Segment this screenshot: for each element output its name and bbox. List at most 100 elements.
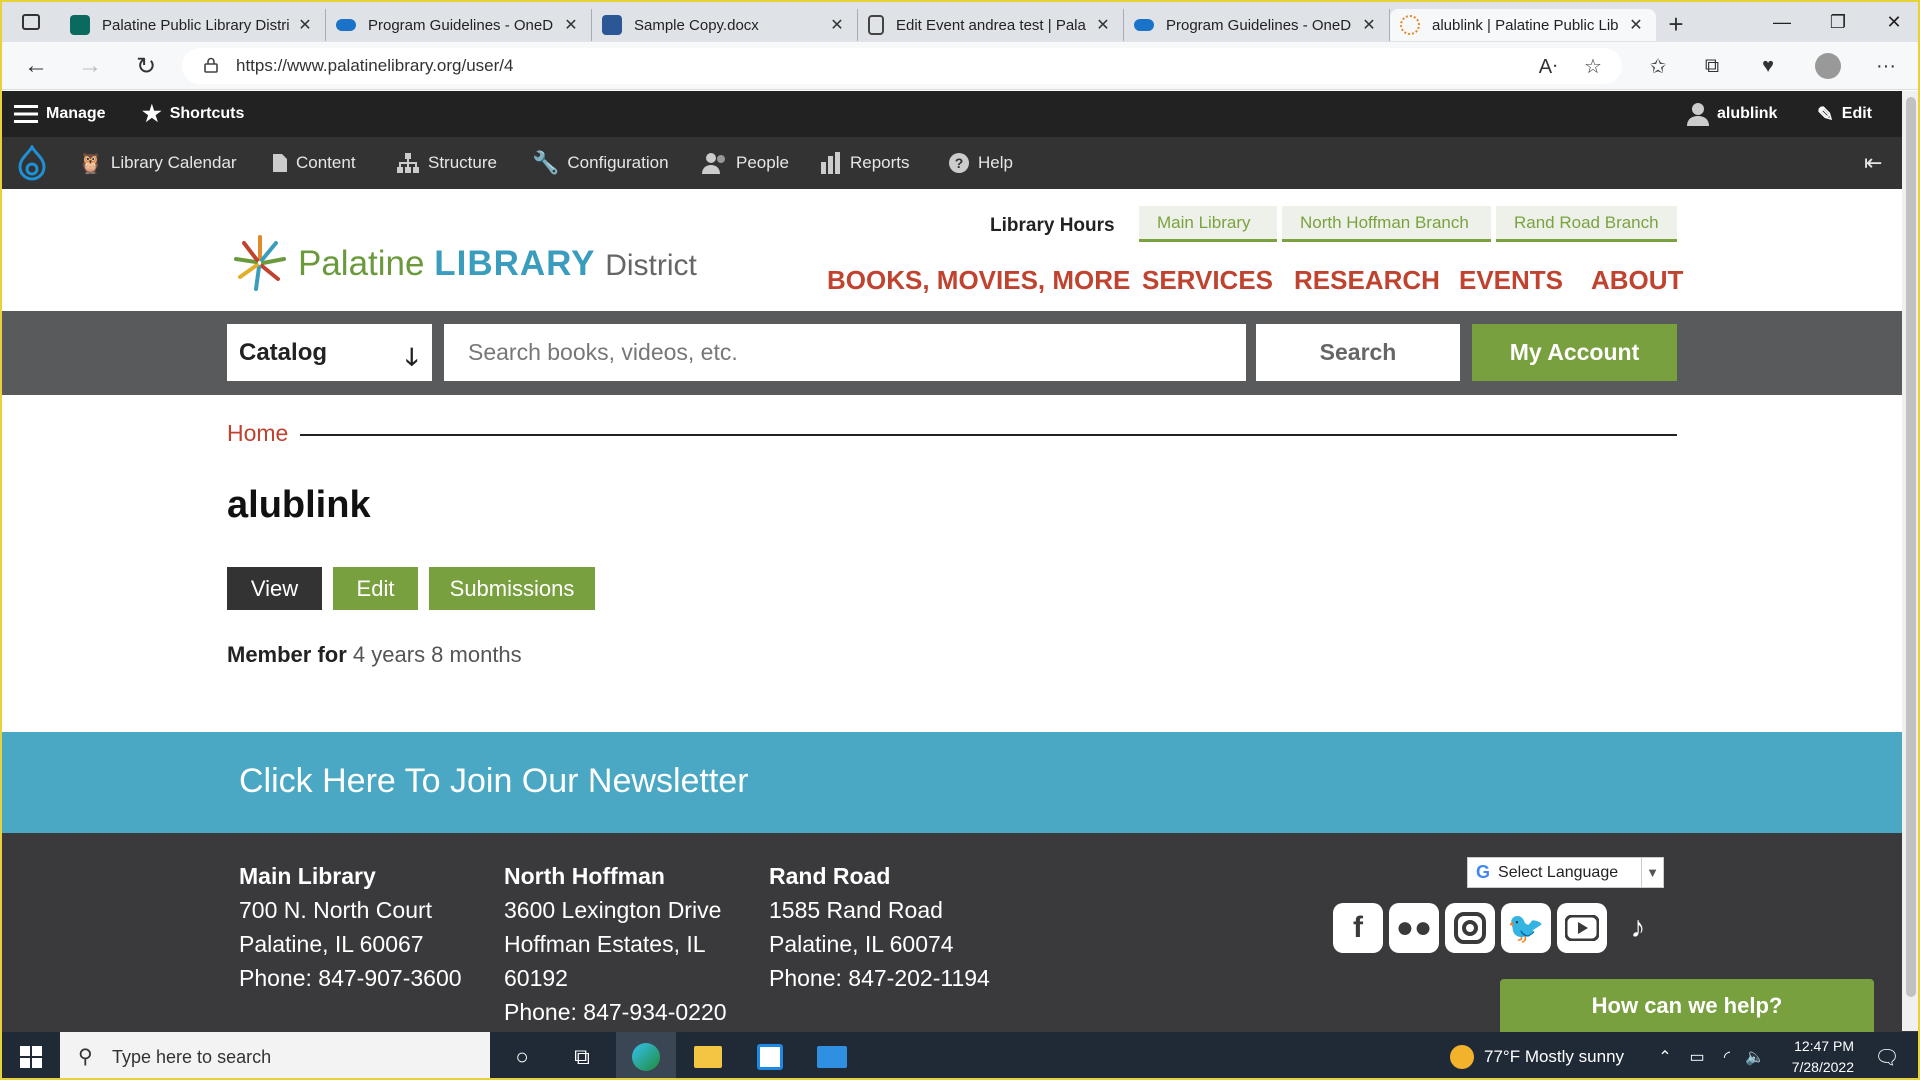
library-hours-label: Library Hours xyxy=(990,215,1115,236)
notifications-icon[interactable]: 🗨 xyxy=(1862,1032,1912,1078)
read-aloud-icon[interactable]: A͏ᐧ xyxy=(1532,50,1564,82)
svg-text:?: ? xyxy=(955,155,964,171)
manage-button[interactable]: Manage xyxy=(14,91,106,137)
collapse-tray-icon[interactable]: ⇤ xyxy=(1864,137,1882,189)
my-account-button[interactable]: My Account xyxy=(1472,324,1677,381)
menu-structure[interactable]: Structure xyxy=(396,137,497,189)
site-logo[interactable]: Palatine LIBRARY District xyxy=(232,229,697,299)
flickr-icon[interactable]: ●● xyxy=(1389,903,1439,953)
window-close-button[interactable]: ✕ xyxy=(1866,2,1918,42)
menu-people[interactable]: People xyxy=(702,137,789,189)
twitter-icon[interactable]: 🐦 xyxy=(1501,903,1551,953)
search-band: Catalog 🡓 Search My Account xyxy=(2,311,1918,395)
wifi-icon[interactable]: ◜ xyxy=(1712,1032,1742,1078)
branch-tab-rand-road[interactable]: Rand Road Branch xyxy=(1496,206,1677,242)
scrollbar-thumb[interactable] xyxy=(1906,97,1916,997)
start-button[interactable] xyxy=(2,1032,60,1078)
more-menu-icon[interactable]: ··· xyxy=(1870,50,1902,82)
user-account-button[interactable]: alublink xyxy=(1687,91,1777,137)
tab-actions-button[interactable] xyxy=(2,2,60,42)
shortcuts-button[interactable]: ★ Shortcuts xyxy=(142,91,244,137)
people-icon xyxy=(702,152,728,174)
facebook-icon[interactable]: f xyxy=(1333,903,1383,953)
restore-button[interactable]: ❐ xyxy=(1810,2,1866,42)
collections-icon[interactable]: ⧉ xyxy=(1696,50,1728,82)
mail-icon[interactable] xyxy=(802,1032,862,1078)
url-field[interactable]: https://www.palatinelibrary.org/user/4 xyxy=(182,48,1622,84)
weather-widget[interactable]: 77°F Mostly sunny xyxy=(1450,1032,1624,1078)
favorites-icon[interactable]: ✩ xyxy=(1642,50,1674,82)
menu-content[interactable]: Content xyxy=(272,137,356,189)
cortana-icon[interactable]: ○ xyxy=(492,1032,552,1078)
instagram-icon[interactable] xyxy=(1445,903,1495,953)
drupal-home-icon[interactable] xyxy=(16,137,48,189)
site-header: Palatine LIBRARY District Library Hours … xyxy=(2,189,1918,311)
taskbar-clock[interactable]: 12:47 PM 7/28/2022 xyxy=(1764,1036,1854,1078)
edge-icon[interactable] xyxy=(616,1032,676,1078)
tab-submissions[interactable]: Submissions xyxy=(429,567,595,610)
back-button[interactable]: ← xyxy=(18,48,54,84)
profile-avatar[interactable] xyxy=(1812,50,1844,82)
add-favorite-icon[interactable]: ☆ xyxy=(1577,50,1609,82)
browser-tab[interactable]: Sample Copy.docx ✕ xyxy=(592,9,858,41)
menu-library-calendar[interactable]: 🦉 Library Calendar xyxy=(78,137,237,189)
branch-tab-north-hoffman[interactable]: North Hoffman Branch xyxy=(1282,206,1491,242)
tab-view[interactable]: View xyxy=(227,567,322,610)
browser-tab[interactable]: Palatine Public Library Distri ✕ xyxy=(60,9,326,41)
file-explorer-icon[interactable] xyxy=(678,1032,738,1078)
menu-configuration[interactable]: 🔧 Configuration xyxy=(532,137,669,189)
tiktok-icon[interactable]: ♪ xyxy=(1613,903,1663,953)
location-city: Palatine, IL 60074 xyxy=(769,931,954,957)
close-icon[interactable]: ✕ xyxy=(1359,15,1379,35)
member-value: 4 years 8 months xyxy=(352,642,522,667)
minimize-button[interactable]: — xyxy=(1754,2,1810,42)
nav-about[interactable]: ABOUT xyxy=(1591,265,1683,296)
onedrive-icon xyxy=(336,19,356,31)
taskbar-search[interactable]: ⚲ Type here to search xyxy=(60,1032,490,1078)
page-scrollbar[interactable] xyxy=(1902,91,1918,1031)
menu-label: Reports xyxy=(850,153,910,172)
search-button[interactable]: Search xyxy=(1256,324,1460,381)
wrench-icon: 🔧 xyxy=(532,150,560,175)
close-icon[interactable]: ✕ xyxy=(827,15,847,35)
nav-research[interactable]: RESEARCH xyxy=(1294,265,1440,296)
language-select[interactable]: G Select Language ▼ xyxy=(1467,857,1664,888)
search-input[interactable] xyxy=(444,324,1246,381)
location-zip: 60192 xyxy=(504,965,568,991)
location-phone[interactable]: Phone: 847-202-1194 xyxy=(769,961,990,995)
store-icon[interactable] xyxy=(740,1032,800,1078)
menu-help[interactable]: ? Help xyxy=(948,137,1013,189)
browser-tab[interactable]: Edit Event andrea test | Pala ✕ xyxy=(858,9,1124,41)
refresh-button[interactable]: ↻ xyxy=(128,48,164,84)
sun-icon xyxy=(1450,1045,1474,1069)
youtube-icon[interactable] xyxy=(1557,903,1607,953)
search-scope-select[interactable]: Catalog 🡓 xyxy=(227,324,432,381)
edit-toggle-button[interactable]: ✎ Edit xyxy=(1817,91,1872,137)
word-icon xyxy=(602,15,622,35)
branch-tab-main-library[interactable]: Main Library xyxy=(1139,206,1277,242)
menu-reports[interactable]: Reports xyxy=(820,137,910,189)
browser-tab[interactable]: Program Guidelines - OneD ✕ xyxy=(1124,9,1390,41)
browser-tab[interactable]: Program Guidelines - OneD ✕ xyxy=(326,9,592,41)
browser-tab-active[interactable]: alublink | Palatine Public Lib ✕ xyxy=(1390,9,1656,41)
battery-icon[interactable]: ▭ xyxy=(1682,1032,1712,1078)
help-chat-button[interactable]: How can we help? xyxy=(1500,979,1874,1033)
tab-title: Sample Copy.docx xyxy=(634,16,759,34)
newsletter-link[interactable]: Click Here To Join Our Newsletter xyxy=(239,762,749,801)
nav-services[interactable]: SERVICES xyxy=(1142,265,1273,296)
forward-button[interactable]: → xyxy=(72,48,108,84)
location-phone[interactable]: Phone: 847-934-0220 xyxy=(504,995,727,1029)
chevron-up-icon[interactable]: ⌃ xyxy=(1650,1032,1680,1078)
browser-essentials-icon[interactable]: ♥ xyxy=(1752,50,1784,82)
new-tab-button[interactable]: + xyxy=(1656,9,1696,40)
location-phone[interactable]: Phone: 847-907-3600 xyxy=(239,961,462,995)
close-icon[interactable]: ✕ xyxy=(1626,15,1646,35)
close-icon[interactable]: ✕ xyxy=(561,15,581,35)
task-view-icon[interactable]: ⧉ xyxy=(552,1032,612,1078)
close-icon[interactable]: ✕ xyxy=(295,15,315,35)
nav-books-movies-more[interactable]: BOOKS, MOVIES, MORE xyxy=(827,265,1130,296)
close-icon[interactable]: ✕ xyxy=(1093,15,1113,35)
breadcrumb-home-link[interactable]: Home xyxy=(227,420,288,447)
nav-events[interactable]: EVENTS xyxy=(1459,265,1563,296)
tab-edit[interactable]: Edit xyxy=(333,567,418,610)
